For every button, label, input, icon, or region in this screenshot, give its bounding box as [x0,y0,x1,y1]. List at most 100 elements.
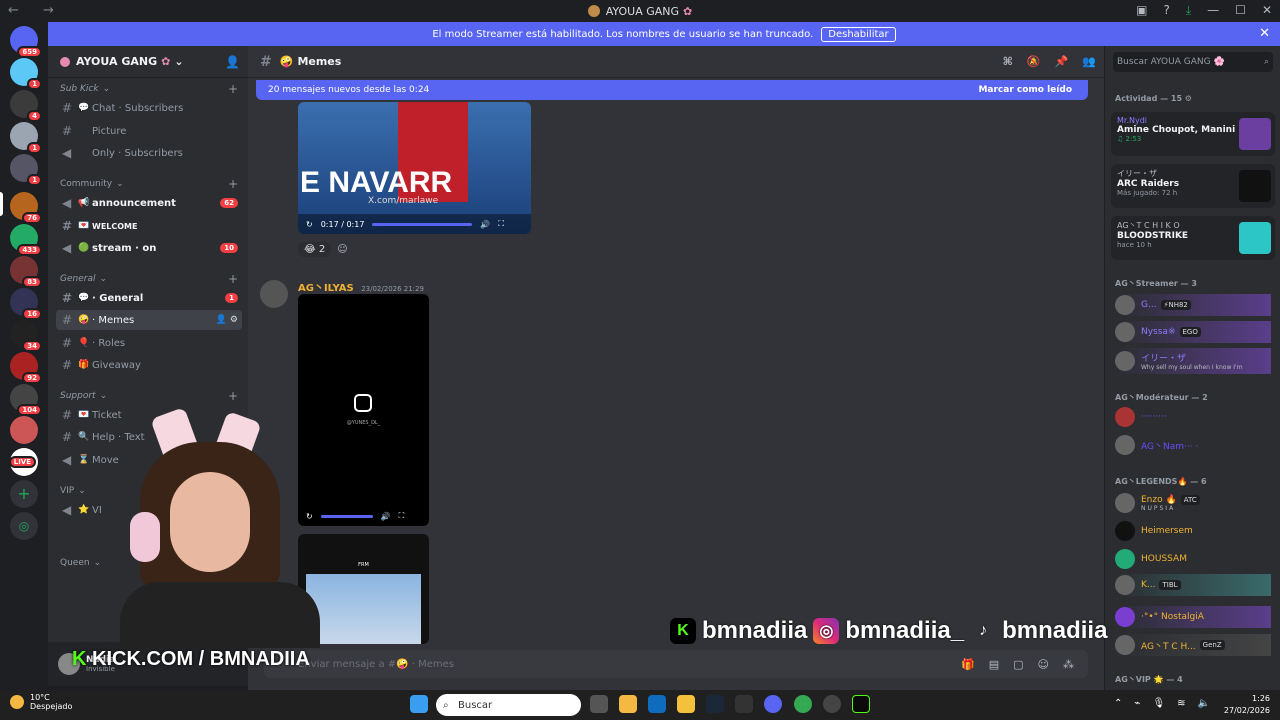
member-item[interactable]: G... ⚡NH82 [1115,294,1271,316]
start-icon[interactable] [410,695,428,713]
weather-widget[interactable]: 10°C Despejado [10,693,72,711]
volume-icon[interactable]: 🔊 [381,512,391,521]
server-icon[interactable]: 1 [10,58,42,90]
member-item[interactable]: ········· [1115,406,1271,428]
add-server-icon[interactable]: + [10,480,38,508]
pin-icon[interactable]: 📌 [1055,55,1069,68]
server-icon[interactable]: 16 [10,288,42,320]
inbox-app-icon[interactable] [735,695,753,713]
add-member-icon[interactable]: 👤 [225,55,240,69]
member-item[interactable]: HOUSSAM [1115,548,1271,570]
category-community[interactable]: Community ⌄ + [60,177,238,191]
minimize-icon[interactable]: — [1207,3,1219,18]
channel-only-subscribers[interactable]: ◀ Only · Subscribers [56,143,242,163]
add-reaction-icon[interactable]: ☺ [337,244,347,255]
member-item[interactable]: イリー・ザ Why sell my soul when I know I'm [1115,348,1271,374]
taskbar-search[interactable]: ⌕ Buscar [436,694,581,716]
message-author[interactable]: AG丶ILYAS [298,283,354,294]
activity-header[interactable]: Actividad — 15 ⚙ [1115,94,1192,103]
store-icon[interactable] [619,695,637,713]
server-icon[interactable]: 433 [10,224,42,256]
server-icon[interactable]: 34 [10,320,42,352]
home-button[interactable]: 659 [10,26,42,58]
add-channel-icon[interactable]: + [228,177,238,191]
add-channel-icon[interactable]: + [228,272,238,286]
guild-header[interactable]: AYOUA GANG ✿ ⌄ 👤 [48,46,248,78]
channel-picture[interactable]: # Picture [56,121,242,141]
nav-arrows-icon[interactable]: ← → [8,3,64,18]
server-icon[interactable]: LIVE [8,448,38,476]
network-icon[interactable]: ⌁ [1134,698,1140,709]
category-sub-kick[interactable]: Sub Kick ⌄ + [60,82,238,96]
server-icon[interactable] [10,416,38,444]
channel-giveaway[interactable]: # 🎁 Giveaway [56,355,242,375]
member-item[interactable]: Enzo 🔥 ATC NUPSIA [1115,490,1271,516]
server-icon[interactable]: 1 [10,154,42,186]
member-item[interactable]: ·°•° NostalgiA [1115,606,1271,628]
help-icon[interactable]: ? [1163,3,1169,18]
search-input[interactable]: Buscar AYOUA GANG 🌸 ⌕ [1113,52,1273,72]
channel-announcement[interactable]: ◀ 📢 announcement 62 [56,193,242,213]
progress-bar[interactable] [372,222,473,226]
member-item[interactable]: Nyssa※ EGO [1115,321,1271,343]
member-item[interactable]: Heimersem [1115,520,1271,542]
chevron-up-icon[interactable]: ⌃ [1114,698,1122,709]
server-icon[interactable]: 104 [10,384,42,416]
add-channel-icon[interactable]: + [228,389,238,403]
kick-app-icon[interactable] [852,695,870,713]
channel-welcome[interactable]: # 💌 WELCOME [56,216,242,236]
apps-icon[interactable]: ⁂ [1063,658,1074,671]
mute-icon[interactable]: 🔕 [1027,55,1041,68]
close-icon[interactable]: ✕ [1259,26,1270,41]
steam-icon[interactable] [706,695,724,713]
volume-icon[interactable]: 🔈 [1198,698,1210,709]
emoji-icon[interactable]: ☺ [1038,658,1049,671]
reaction-laugh[interactable]: 😂 2 [298,242,332,257]
new-messages-bar[interactable]: 20 mensajes nuevos desde las 0:24 Marcar… [256,80,1088,100]
category-support[interactable]: Support ⌄ + [60,389,238,403]
member-item[interactable]: K... TIBL [1115,574,1271,596]
download-icon[interactable]: ⤓ [1186,3,1191,18]
avatar[interactable] [260,280,288,308]
video-player[interactable]: E NAVARR X.com/marlawe ↻ 0:17 / 0:17 🔊 ⛶ [298,102,531,234]
member-item[interactable]: AG丶Nam··· · [1115,434,1271,456]
wifi-icon[interactable]: ≋ [1177,698,1185,709]
server-icon[interactable]: 1 [10,122,42,154]
activity-card[interactable]: AG丶T C H I K O BLOODSTRIKE hace 10 h [1111,216,1275,260]
obs-icon[interactable] [823,695,841,713]
fullscreen-icon[interactable]: ⛶ [399,511,405,521]
task-view-icon[interactable] [590,695,608,713]
channel-memes[interactable]: # 🤪 · Memes 👤 ⚙ [56,310,242,330]
discord-icon[interactable] [764,695,782,713]
sticker-icon[interactable]: ▢ [1013,658,1023,671]
microphone-icon[interactable]: 🎙 [1152,698,1165,709]
channel-general[interactable]: # 💬 · General 1 [56,288,242,308]
activity-card[interactable]: Mr.Nydi Amine Choupot, Manini ♫ 2:53 [1111,112,1275,156]
close-window-icon[interactable]: ✕ [1262,3,1272,18]
maximize-icon[interactable]: ☐ [1235,3,1246,18]
server-icon[interactable]: 4 [10,90,42,122]
gif-icon[interactable]: ▤ [989,658,999,671]
threads-icon[interactable]: ⌘ [1003,55,1013,68]
volume-icon[interactable]: 🔊 [480,220,490,229]
gift-icon[interactable]: 🎁 [961,658,975,671]
clock[interactable]: 1:26 27/02/2026 [1224,693,1270,717]
fullscreen-icon[interactable]: ⛶ [498,219,504,229]
category-general[interactable]: General ⌄ + [60,272,238,286]
mark-read-button[interactable]: Marcar como leído [978,85,1072,95]
server-icon[interactable]: 76 [10,192,42,224]
inbox-icon[interactable]: ▣ [1136,3,1147,18]
file-explorer-icon[interactable] [677,695,695,713]
progress-bar[interactable] [320,514,373,518]
channel-settings-icon[interactable]: 👤 ⚙ [216,315,238,325]
member-item[interactable]: AG丶T C H... GenZ [1115,634,1271,656]
channel-stream-on[interactable]: ◀ 🟢 stream · on 10 [56,238,242,258]
replay-icon[interactable]: ↻ [306,220,313,229]
channel-chat-subscribers[interactable]: # 💬 Chat · Subscribers [56,98,242,118]
activity-card[interactable]: イリー・ザ ARC Raiders Más jugado: 72 h [1111,164,1275,208]
outlook-icon[interactable] [648,695,666,713]
add-channel-icon[interactable]: + [228,82,238,96]
member-list-icon[interactable]: 👥 [1082,55,1096,68]
disable-streamer-button[interactable]: Deshabilitar [821,26,896,42]
server-icon[interactable]: 92 [10,352,42,384]
